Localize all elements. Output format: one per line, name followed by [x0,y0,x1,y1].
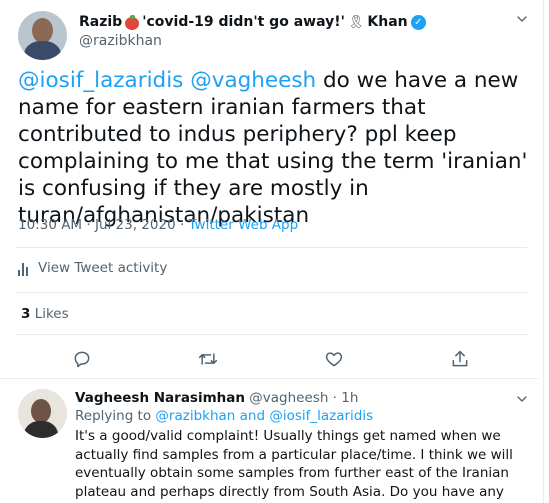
tweet-time[interactable]: 10:30 AM [18,217,82,233]
tweet-meta: 10:30 AM · Jul 23, 2020 · Twitter Web Ap… [18,217,298,233]
divider [16,247,527,248]
verified-badge-icon: ✓ [410,15,426,30]
tweet-header: Razib 'covid-19 didn't go away!' 🎗 Khan … [18,11,530,60]
analytics-icon [18,261,31,276]
mention-link[interactable]: @iosif_lazaridis [18,68,183,93]
likes-count-link[interactable]: 3 Likes [21,306,69,322]
tweet-date[interactable]: Jul 23, 2020 [95,217,176,233]
view-activity-link[interactable]: View Tweet activity [18,260,167,276]
more-icon[interactable] [514,11,530,29]
replying-and[interactable]: and [235,408,269,424]
more-icon[interactable] [514,391,530,409]
avatar[interactable] [18,11,67,60]
display-name-first: Razib [79,14,123,30]
retweet-icon[interactable] [192,343,224,375]
reply-display-name[interactable]: Vagheesh Narasimhan [75,390,245,406]
display-name[interactable]: Razib 'covid-19 didn't go away!' 🎗 Khan … [79,13,426,32]
divider [16,292,527,293]
display-name-last: Khan [367,14,408,30]
mention-link[interactable]: @iosif_lazaridis [269,408,373,424]
activity-label: View Tweet activity [38,260,168,276]
reply-text: It's a good/valid complaint! Usually thi… [75,428,513,503]
divider [0,378,538,379]
tweet-source-app[interactable]: Twitter Web App [189,217,299,233]
meta-separator: · [328,390,342,406]
likes-label: Likes [34,306,69,322]
mention-link[interactable]: @razibkhan [155,408,235,424]
meta-separator: · [175,217,189,233]
share-icon[interactable] [444,343,476,375]
reply-author: Vagheesh Narasimhan @vagheesh · 1h [75,389,530,407]
reply-content: Vagheesh Narasimhan @vagheesh · 1h Reply… [75,389,530,503]
author-handle[interactable]: @razibkhan [79,32,426,50]
tomato-icon [125,15,140,30]
mention-link[interactable]: @vagheesh [190,68,316,93]
meta-separator: · [82,217,95,233]
replying-to: Replying to @razibkhan and @iosif_lazari… [75,407,530,426]
tweet-text: @iosif_lazaridis @vagheesh do we have a … [18,67,528,229]
author-block: Razib 'covid-19 didn't go away!' 🎗 Khan … [79,11,426,60]
reply-icon[interactable] [66,343,98,375]
reply-age[interactable]: 1h [341,390,358,406]
ribbon-icon: 🎗 [347,15,365,30]
tweet-thread: Razib 'covid-19 didn't go away!' 🎗 Khan … [0,0,544,503]
divider [16,334,527,335]
reply-handle[interactable]: @vagheesh [249,390,328,406]
likes-count: 3 [21,306,31,322]
display-name-quote: 'covid-19 didn't go away!' [142,14,345,30]
like-icon[interactable] [318,343,350,375]
avatar[interactable] [18,389,67,438]
replying-prefix: Replying to [75,408,156,424]
action-bar [66,343,476,375]
reply-tweet[interactable]: Vagheesh Narasimhan @vagheesh · 1h Reply… [18,389,530,503]
